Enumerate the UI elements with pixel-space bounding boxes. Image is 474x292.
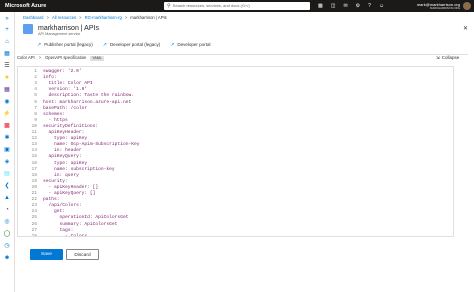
cloud-shell-icon[interactable]: ▩ — [318, 2, 323, 10]
create-resource-icon[interactable]: + — [3, 26, 11, 34]
feedback-icon[interactable]: ☺ — [379, 2, 384, 10]
api-management-icon — [23, 24, 33, 34]
api-breadcrumb-separator: > — [38, 55, 42, 60]
breadcrumb: Dashboard > All resources > RG-markharri… — [23, 14, 167, 22]
cosmos-icon[interactable]: ✱ — [3, 134, 11, 142]
virtual-machines-icon[interactable]: ▣ — [3, 146, 11, 154]
collapse-icon: ⇲ — [436, 55, 440, 60]
settings-icon[interactable]: ⚙ — [356, 2, 360, 10]
developer-portal-legacy-link[interactable]: ↗ Developer portal (legacy) — [103, 40, 160, 50]
yaml-editor[interactable]: 1 swagger: '2.0' 2 info: 3 title: Color API 4… — [17, 66, 454, 237]
home-icon[interactable]: ⌂ — [3, 38, 11, 46]
help-icon[interactable]: ? — [368, 2, 371, 10]
network-icon[interactable]: ❮ — [3, 182, 11, 190]
favorites-icon[interactable]: ★ — [3, 74, 11, 82]
security-center-icon[interactable]: ◯ — [3, 230, 11, 238]
collapse-button[interactable]: ⇲ Collapse — [436, 55, 459, 61]
close-icon[interactable]: ✕ — [463, 25, 468, 32]
line-number: 28 — [31, 233, 37, 237]
breadcrumb-separator: > — [124, 15, 128, 20]
publisher-portal-label: Publisher portal (legacy) — [44, 42, 93, 47]
breadcrumb-separator: > — [46, 15, 49, 20]
page-subtitle: API Management service — [38, 32, 81, 36]
collapse-label: Collapse — [441, 55, 460, 60]
api-breadcrumb: Color API > OpenAPI specification YAML — [17, 54, 104, 62]
left-nav: » + ⌂ ▦ ☰ ★ ▦ ◉ ⚡ ▩ ✱ ▣ ◈ ▤ ❮ ▲ ◔ ◎ ◯ ◷ … — [0, 12, 15, 292]
app-services-icon[interactable]: ◉ — [3, 98, 11, 106]
function-app-icon[interactable]: ⚡ — [3, 110, 11, 118]
active-directory-icon[interactable]: ▲ — [3, 194, 11, 202]
publisher-portal-link[interactable]: ↗ Publisher portal (legacy) — [37, 40, 93, 50]
code-text: - Colors — [43, 233, 88, 237]
monitor-icon[interactable]: ◔ — [3, 206, 11, 214]
all-services-icon[interactable]: ☰ — [3, 62, 11, 70]
developer-portal-legacy-label: Developer portal (legacy) — [109, 42, 161, 47]
account-info[interactable]: mark@markharrison.org MARKHARRISON.ORG — [408, 2, 460, 10]
top-bar: Microsoft Azure ⚲ Search resources, serv… — [0, 0, 474, 12]
advisor-icon[interactable]: ◎ — [3, 218, 11, 226]
search-icon: ⚲ — [167, 3, 171, 9]
external-link-icon: ↗ — [170, 42, 175, 48]
discard-button[interactable]: Discard — [66, 249, 99, 260]
topbar-icons: ▩ ◫ ✉ ⚙ ? ☺ — [318, 2, 384, 10]
directory-filter-icon[interactable]: ◫ — [331, 2, 336, 10]
avatar[interactable] — [463, 2, 471, 10]
developer-portal-link[interactable]: ↗ Developer portal — [170, 40, 210, 50]
cost-management-icon[interactable]: ◷ — [3, 242, 11, 250]
breadcrumb-separator: > — [79, 15, 82, 20]
api-name[interactable]: Color API — [17, 54, 35, 62]
portal-links: ↗ Publisher portal (legacy) ↗ Developer … — [37, 40, 210, 50]
account-directory: MARKHARRISON.ORG — [430, 5, 460, 10]
breadcrumb-resource-group[interactable]: RG-markharrison-rg — [85, 14, 122, 22]
external-link-icon: ↗ — [37, 42, 42, 48]
sql-icon[interactable]: ▩ — [3, 122, 11, 130]
notifications-icon[interactable]: ✉ — [343, 2, 347, 10]
brand-label[interactable]: Microsoft Azure — [0, 3, 60, 9]
developer-portal-label: Developer portal — [177, 42, 211, 47]
breadcrumb-dashboard[interactable]: Dashboard — [23, 14, 44, 22]
breadcrumb-all-resources[interactable]: All resources — [52, 14, 76, 22]
spec-section: OpenAPI specification — [45, 55, 87, 60]
help-support-icon[interactable]: ☻ — [3, 254, 11, 262]
search-box[interactable]: ⚲ Search resources, services, and docs (… — [164, 2, 310, 10]
expand-menu-icon[interactable]: » — [3, 15, 11, 23]
search-placeholder: Search resources, services, and docs (G+… — [172, 3, 250, 8]
external-link-icon: ↗ — [102, 42, 107, 48]
format-badge: YAML — [90, 55, 104, 61]
storage-icon[interactable]: ▤ — [3, 170, 11, 178]
breadcrumb-current: markharrison | APIs — [130, 15, 167, 20]
save-button[interactable]: Save — [30, 249, 63, 260]
dashboard-icon[interactable]: ▦ — [3, 50, 11, 58]
resource-groups-icon[interactable]: ▦ — [3, 86, 11, 94]
load-balancer-icon[interactable]: ◈ — [3, 158, 11, 166]
editor-line[interactable]: 28 - Colors — [18, 233, 453, 237]
